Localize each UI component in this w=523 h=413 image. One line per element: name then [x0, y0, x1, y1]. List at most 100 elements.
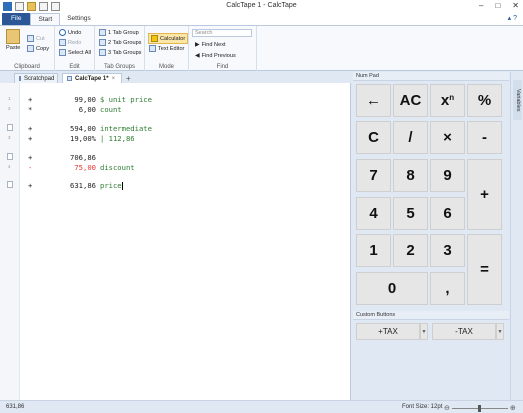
key-7[interactable]: 7 — [356, 159, 391, 192]
key-3[interactable]: 3 — [430, 234, 465, 267]
search-input[interactable]: Search — [192, 29, 252, 37]
minus-tax-button[interactable]: -TAX — [432, 323, 496, 340]
tape-line[interactable]: 2 * 6,00 count — [0, 104, 351, 114]
tab-groups-group-label: Tab Groups — [103, 64, 136, 70]
new-tab-icon[interactable]: + — [126, 74, 131, 83]
three-tab-groups-icon — [99, 49, 106, 56]
key-9[interactable]: 9 — [430, 159, 465, 192]
key-8[interactable]: 8 — [393, 159, 428, 192]
select-all-button[interactable]: Select All — [59, 49, 91, 56]
doc-tab-calctape-label: CalcTape 1* — [75, 75, 109, 82]
title-bar: CalcTape 1 - CalcTape – □ ✕ — [0, 0, 523, 13]
find-next-arrow-icon: ▶ — [195, 42, 200, 48]
close-icon[interactable]: ✕ — [512, 1, 519, 10]
calc-tape-editor[interactable]: 1 + 99,00 $ unit price 2 * 6,00 count + … — [0, 83, 351, 400]
backspace-key[interactable]: ← — [356, 84, 391, 117]
tape-subtotal-line[interactable]: + 706,86 — [0, 152, 351, 162]
text-editor-mode-button[interactable]: Text Editor — [149, 45, 184, 52]
calculator-mode-label: Calculator — [160, 35, 186, 42]
line-number: 3 — [8, 135, 11, 140]
line-number: 4 — [8, 164, 11, 169]
three-tab-groups-button[interactable]: 3 Tab Groups — [99, 49, 141, 56]
scissors-icon — [27, 35, 34, 42]
scratchpad-icon — [19, 76, 21, 81]
key-4[interactable]: 4 — [356, 197, 391, 230]
doc-tab-scratchpad[interactable]: Scratchpad — [14, 73, 58, 83]
multiply-key[interactable]: × — [430, 121, 465, 154]
all-clear-key[interactable]: AC — [393, 84, 428, 117]
help-icon[interactable]: ▴ ? — [508, 14, 517, 22]
divide-key[interactable]: / — [393, 121, 428, 154]
value: 6,00 — [78, 105, 96, 114]
zoom-in-icon[interactable]: ⊕ — [510, 404, 516, 412]
zoom-slider[interactable]: ⊖ ⊕ — [444, 404, 516, 412]
side-panel-strip: Variables — [510, 72, 523, 400]
decimal-comma-key[interactable]: , — [430, 272, 465, 305]
key-1[interactable]: 1 — [356, 234, 391, 267]
minimize-icon[interactable]: – — [479, 1, 483, 10]
clear-key[interactable]: C — [356, 121, 391, 154]
redo-label: Redo — [68, 39, 82, 46]
minus-key[interactable]: - — [467, 121, 502, 154]
two-tab-groups-button[interactable]: 2 Tab Groups — [99, 39, 141, 46]
calculator-mode-button[interactable]: Calculator — [148, 33, 189, 44]
maximize-icon[interactable]: □ — [495, 1, 500, 10]
key-2[interactable]: 2 — [393, 234, 428, 267]
key-5[interactable]: 5 — [393, 197, 428, 230]
equals-key[interactable]: = — [467, 234, 502, 305]
zoom-out-icon[interactable]: ⊖ — [444, 404, 450, 412]
edit-group-label: Edit — [69, 64, 80, 70]
tape-line[interactable]: 3 + 19,00% | 112,86 — [0, 133, 351, 143]
copy-button[interactable]: Copy — [27, 45, 49, 52]
key-6[interactable]: 6 — [430, 197, 465, 230]
variables-side-tab[interactable]: Variables — [513, 80, 522, 120]
zoom-track[interactable] — [451, 404, 508, 412]
copy-icon — [27, 45, 34, 52]
redo-button[interactable]: Redo — [59, 39, 81, 46]
undo-button[interactable]: Undo — [59, 29, 81, 36]
clipboard-group-label: Clipboard — [14, 64, 40, 70]
text-cursor — [121, 182, 123, 190]
tape-line[interactable]: 1 + 99,00 $ unit price — [0, 94, 351, 104]
cut-label: Cut — [36, 35, 45, 42]
tab-groups-group: 1 Tab Group 2 Tab Groups 3 Tab Groups Ta… — [95, 26, 145, 71]
calctape-doc-icon — [67, 76, 72, 81]
doc-tab-scratchpad-label: Scratchpad — [24, 75, 55, 82]
comment: $ unit price — [100, 95, 152, 104]
plus-tax-dropdown-icon[interactable]: ▼ — [420, 323, 428, 340]
tape-total-line[interactable]: + 631,86 price — [0, 180, 351, 190]
find-next-button[interactable]: ▶ Find Next — [195, 41, 226, 49]
tape-subtotal-line[interactable]: + 594,00 intermediate — [0, 123, 351, 133]
value: 631,86 — [70, 181, 96, 190]
num-pad-panel: Num Pad ← AC xn % C / × - 7 8 9 + 4 5 6 … — [353, 72, 509, 400]
value: 706,86 — [70, 153, 96, 162]
text-editor-icon — [149, 45, 156, 52]
operator: + — [28, 153, 33, 162]
comment: price — [100, 181, 122, 190]
paste-button[interactable]: Paste — [6, 29, 20, 51]
doc-tab-calctape[interactable]: CalcTape 1* × — [62, 73, 122, 83]
comment: intermediate — [100, 124, 152, 133]
comment: count — [100, 105, 122, 114]
plus-key[interactable]: + — [467, 159, 502, 230]
comment: discount — [100, 163, 135, 172]
percent-key[interactable]: % — [467, 84, 502, 117]
plus-tax-button[interactable]: +TAX — [356, 323, 420, 340]
tab-settings[interactable]: Settings — [60, 13, 98, 25]
key-0[interactable]: 0 — [356, 272, 428, 305]
paste-icon — [6, 29, 21, 44]
redo-icon — [59, 39, 66, 46]
find-group-label: Find — [216, 64, 229, 70]
close-tab-icon[interactable]: × — [112, 76, 116, 82]
find-previous-button[interactable]: ◀ Find Previous — [195, 52, 236, 60]
tape-line[interactable]: 4 - 75,00 discount — [0, 162, 351, 172]
tab-start[interactable]: Start — [30, 13, 61, 25]
tab-file[interactable]: File — [2, 13, 31, 25]
minus-tax-dropdown-icon[interactable]: ▼ — [496, 323, 504, 340]
edit-group: Undo Redo Select All Edit — [55, 26, 95, 71]
one-tab-group-button[interactable]: 1 Tab Group — [99, 29, 139, 36]
cut-button[interactable]: Cut — [27, 35, 45, 42]
operator: + — [28, 134, 33, 143]
power-key[interactable]: xn — [430, 84, 465, 117]
zoom-thumb[interactable] — [477, 404, 481, 412]
